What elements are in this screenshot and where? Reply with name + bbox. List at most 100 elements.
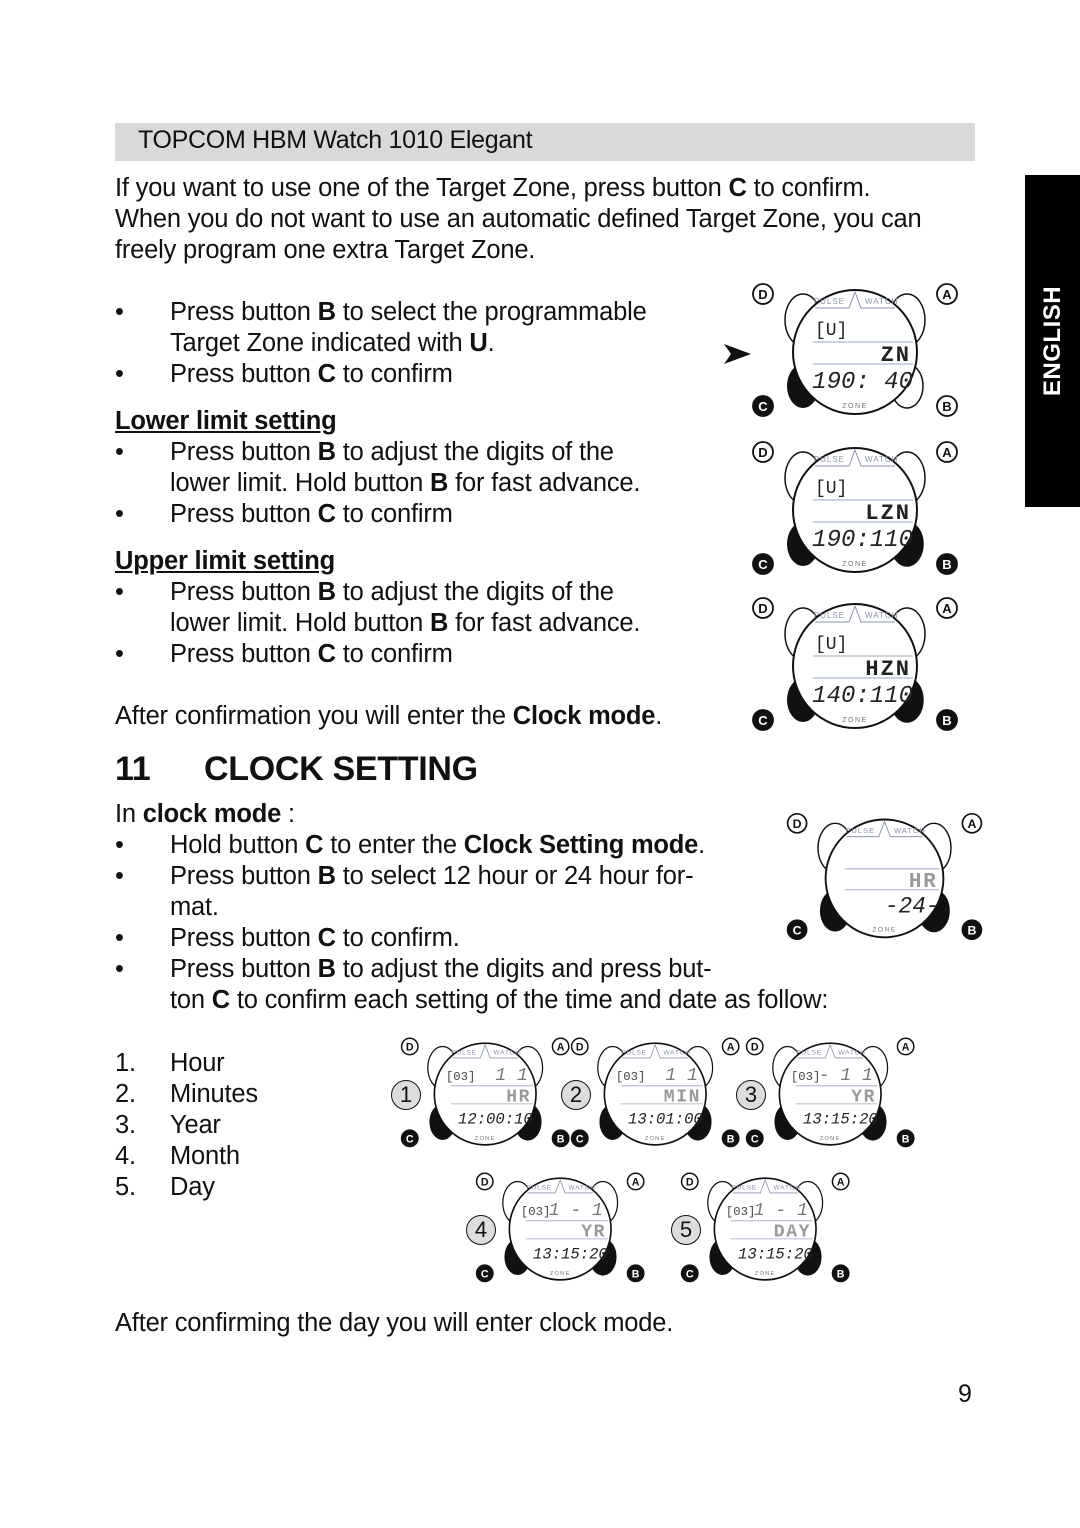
button-b-icon-label: B bbox=[942, 557, 951, 572]
step-item: 2. Minutes bbox=[115, 1080, 258, 1108]
intro-paragraph: If you want to use one of the Target Zon… bbox=[115, 173, 922, 266]
button-b-icon-label: B bbox=[942, 399, 951, 414]
lcd-value: 13:15:20 bbox=[803, 1111, 878, 1129]
lcd-value: 13:15:20 bbox=[533, 1246, 608, 1264]
list-item: • Press button C to confirm bbox=[115, 500, 453, 528]
upper-limit-section: Upper limit setting • Press button B to … bbox=[115, 546, 640, 670]
date-indicator: [03] bbox=[616, 1070, 645, 1084]
lcd-value: 13:15:20 bbox=[738, 1246, 813, 1264]
button-d-icon-label: D bbox=[406, 1042, 414, 1054]
brand-left-label: PULSE bbox=[621, 1050, 647, 1057]
date-indicator: [03] bbox=[521, 1205, 550, 1219]
brand-right-label: WATCH bbox=[894, 826, 926, 835]
step-item: 5. Day bbox=[115, 1173, 215, 1201]
button-d-icon-label: D bbox=[758, 287, 767, 302]
lcd-top-digits: - 1 1 bbox=[819, 1066, 873, 1086]
button-a-icon-label: A bbox=[632, 1177, 640, 1189]
lcd-mode-label: HR bbox=[506, 1087, 531, 1107]
brand-right-label: WATCH bbox=[865, 297, 898, 306]
lcd-mode-label: YR bbox=[851, 1087, 876, 1107]
zone-label: ZONE bbox=[842, 717, 867, 724]
lower-limit-heading: Lower limit setting bbox=[115, 407, 337, 435]
button-d-icon-label: D bbox=[686, 1177, 694, 1189]
watch-lower-limit: PULSE WATCH ZONE [U] LZN 190:110 D A C B bbox=[745, 438, 965, 583]
language-tab: ENGLISH bbox=[1025, 175, 1080, 507]
brand-left-label: PULSE bbox=[796, 1050, 822, 1057]
clock-mode-intro: In clock mode : bbox=[115, 800, 295, 828]
lcd-value: 13:01:00 bbox=[628, 1111, 703, 1129]
watch-hour-format: PULSE WATCH ZONE HR -24- D A C B bbox=[780, 810, 989, 948]
page-number: 9 bbox=[958, 1380, 972, 1408]
brand-right-label: WATCH bbox=[493, 1050, 520, 1057]
button-a-icon-label: A bbox=[967, 817, 976, 831]
button-a-icon-label: A bbox=[837, 1177, 845, 1189]
watch-step-hour: PULSE WATCH ZONE [03] 1 1 HR 12:00:10 D A C B bbox=[395, 1035, 575, 1155]
step-number-badge: 3 bbox=[736, 1080, 766, 1111]
brand-right-label: WATCH bbox=[663, 1050, 690, 1057]
brand-right-label: WATCH bbox=[865, 455, 898, 464]
lcd-top-digits: 1 1 bbox=[665, 1066, 697, 1086]
lcd-mode-label: HZN bbox=[865, 657, 911, 682]
list-item: • Press button C to confirm bbox=[115, 360, 453, 388]
zone-label: ZONE bbox=[475, 1136, 496, 1142]
button-b-icon-label: B bbox=[557, 1133, 565, 1145]
button-b-icon-label: B bbox=[902, 1133, 910, 1145]
date-indicator: [03] bbox=[726, 1205, 755, 1219]
lcd-mode-label: ZN bbox=[881, 343, 911, 368]
button-c-icon-label: C bbox=[758, 399, 768, 414]
brand-left-label: PULSE bbox=[814, 297, 845, 306]
watch-face-svg: PULSE WATCH ZONE HR-24- D A C B bbox=[786, 812, 983, 941]
brand-right-label: WATCH bbox=[865, 611, 898, 620]
button-a-icon-label: A bbox=[727, 1042, 735, 1054]
list-item: • Press button B to select the programma… bbox=[115, 298, 647, 357]
brand-left-label: PULSE bbox=[814, 455, 845, 464]
clock-mode-section: In clock mode : • Hold button C to enter… bbox=[115, 799, 828, 1016]
step-item: 3. Year bbox=[115, 1111, 221, 1139]
text: When you do not want to use an automatic… bbox=[115, 205, 922, 233]
list-item: • Hold button C to enter the Clock Setti… bbox=[115, 831, 706, 859]
button-d-icon-label: D bbox=[576, 1042, 584, 1054]
list-item: • Press button C to confirm. bbox=[115, 924, 460, 952]
watch-upper-limit: PULSE WATCH ZONE [U] HZN 140:110 D A C B bbox=[745, 594, 965, 739]
program-zone-list: • Press button B to select the programma… bbox=[115, 297, 647, 390]
brand-left-label: PULSE bbox=[526, 1185, 552, 1192]
button-c-icon-label: C bbox=[758, 557, 768, 572]
lcd-top-digits: 1 1 bbox=[495, 1066, 527, 1086]
button-b-icon-label: B bbox=[942, 713, 951, 728]
watch-step-minutes: PULSE WATCH ZONE [03] 1 1 MIN 13:01:00 D A C B bbox=[565, 1035, 745, 1155]
lcd-value: 190:110 bbox=[812, 527, 913, 554]
brand-right-label: WATCH bbox=[568, 1185, 595, 1192]
zone-label: ZONE bbox=[842, 403, 867, 410]
list-item: • Press button B to adjust the digits an… bbox=[115, 955, 829, 1014]
button-c-icon-label: C bbox=[758, 713, 768, 728]
section-heading: CLOCK SETTING bbox=[204, 750, 478, 788]
zone-indicator: [U] bbox=[815, 479, 847, 499]
brand-right-label: WATCH bbox=[838, 1050, 865, 1057]
button-a-icon-label: A bbox=[557, 1042, 565, 1054]
lcd-top-digits: 1 - 1 bbox=[754, 1201, 808, 1221]
button-a-icon-label: A bbox=[942, 287, 952, 302]
step-number-badge: 4 bbox=[466, 1215, 496, 1246]
watch-step-day: PULSE WATCH ZONE [03] 1 - 1 DAY 13:15:20 D A C B bbox=[675, 1170, 855, 1290]
lcd-mode-label: MIN bbox=[664, 1087, 701, 1107]
button-c-icon-label: C bbox=[751, 1133, 759, 1145]
zone-label: ZONE bbox=[755, 1271, 776, 1277]
watch-face-svg: PULSE WATCH ZONE [03]1 - 1DAY 13:15:20 D A C B bbox=[680, 1172, 850, 1283]
lcd-mode-label: DAY bbox=[774, 1222, 811, 1242]
step-number-badge: 5 bbox=[671, 1215, 701, 1246]
button-a-icon-label: A bbox=[902, 1042, 910, 1054]
list-item: • Press button B to adjust the digits of… bbox=[115, 578, 641, 637]
brand-left-label: PULSE bbox=[814, 611, 845, 620]
document-title: TOPCOM HBM Watch 1010 Elegant bbox=[138, 126, 533, 154]
lcd-mode-label: LZN bbox=[865, 501, 911, 526]
zone-label: ZONE bbox=[820, 1136, 841, 1142]
button-b-icon-label: B bbox=[632, 1268, 640, 1280]
button-c-icon-label: C bbox=[686, 1268, 694, 1280]
brand-left-label: PULSE bbox=[845, 826, 875, 835]
zone-label: ZONE bbox=[872, 927, 896, 934]
watch-face-svg: PULSE WATCH ZONE [U] ZN190: 40 D A C B bbox=[752, 283, 958, 417]
list-item: • Press button B to select 12 hour or 24… bbox=[115, 862, 694, 921]
list-item: • Press button B to adjust the digits of… bbox=[115, 438, 641, 497]
zone-indicator: [U] bbox=[815, 635, 847, 655]
document-header: TOPCOM HBM Watch 1010 Elegant bbox=[115, 123, 975, 161]
